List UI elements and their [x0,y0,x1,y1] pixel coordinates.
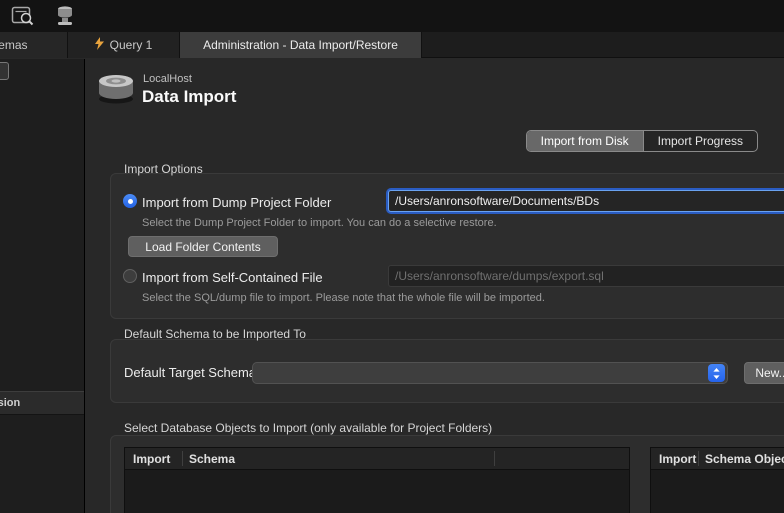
schema-objects-table: Import Schema Objects [650,447,784,513]
lightning-icon [95,37,104,53]
objects-header-import[interactable]: Import [659,452,696,466]
new-schema-button[interactable]: New... [744,362,784,384]
import-view-segmented-control: Import from Disk Import Progress [526,130,758,152]
tab-import-progress[interactable]: Import Progress [643,131,757,151]
default-target-schema-dropdown[interactable] [252,362,728,384]
tab-schemas[interactable]: Schemas [0,32,68,58]
schema-objects-table-header: Import Schema Objects [651,448,784,470]
tab-schemas-label: Schemas [0,38,28,52]
schema-objects-table-body[interactable] [651,470,784,513]
tab-query1-label: Query 1 [110,38,153,52]
file-path-input[interactable] [388,265,784,287]
top-toolbar [0,0,784,32]
import-options-title: Import Options [124,162,203,176]
schemas-header-import[interactable]: Import [133,452,170,466]
main-content: LocalHost Data Import Import from Disk I… [85,59,784,513]
sql-editor-icon[interactable] [10,4,36,28]
dropdown-stepper-icon [708,364,725,382]
default-target-schema-label: Default Target Schema: [124,365,260,380]
schemas-table-body[interactable] [125,470,629,513]
hostname-label: LocalHost [143,73,192,85]
folder-radio-label[interactable]: Import from Dump Project Folder [142,195,331,210]
folder-path-input[interactable] [388,190,784,212]
tab-import-from-disk[interactable]: Import from Disk [527,131,643,151]
schemas-table: Import Schema [124,447,630,513]
tab-bar: Schemas Query 1 Administration - Data Im… [0,32,784,58]
file-radio[interactable] [123,269,137,283]
sidebar: Session [0,59,85,513]
column-divider [494,451,495,466]
session-label: Session [0,397,20,409]
column-divider [698,451,699,466]
folder-radio[interactable] [123,194,137,208]
folder-help-text: Select the Dump Project Folder to import… [142,217,497,229]
column-divider [182,451,183,466]
data-import-disk-icon [95,68,137,111]
load-folder-contents-button[interactable]: Load Folder Contents [128,236,278,257]
sidebar-section-session[interactable]: Session [0,391,84,415]
objects-section-title: Select Database Objects to Import (only … [124,421,492,435]
default-schema-title: Default Schema to be Imported To [124,327,306,341]
tab-administration[interactable]: Administration - Data Import/Restore [180,32,422,58]
file-help-text: Select the SQL/dump file to import. Plea… [142,292,545,304]
schemas-header-schema[interactable]: Schema [189,452,235,466]
tab-query1[interactable]: Query 1 [68,32,180,58]
page-title: Data Import [142,87,236,107]
tab-administration-label: Administration - Data Import/Restore [203,38,398,52]
server-stack-icon[interactable] [52,4,78,28]
file-radio-label[interactable]: Import from Self-Contained File [142,270,323,285]
sidebar-partial-icon [0,62,9,80]
schemas-table-header: Import Schema [125,448,629,470]
objects-header-schema-objects[interactable]: Schema Objects [705,452,784,466]
